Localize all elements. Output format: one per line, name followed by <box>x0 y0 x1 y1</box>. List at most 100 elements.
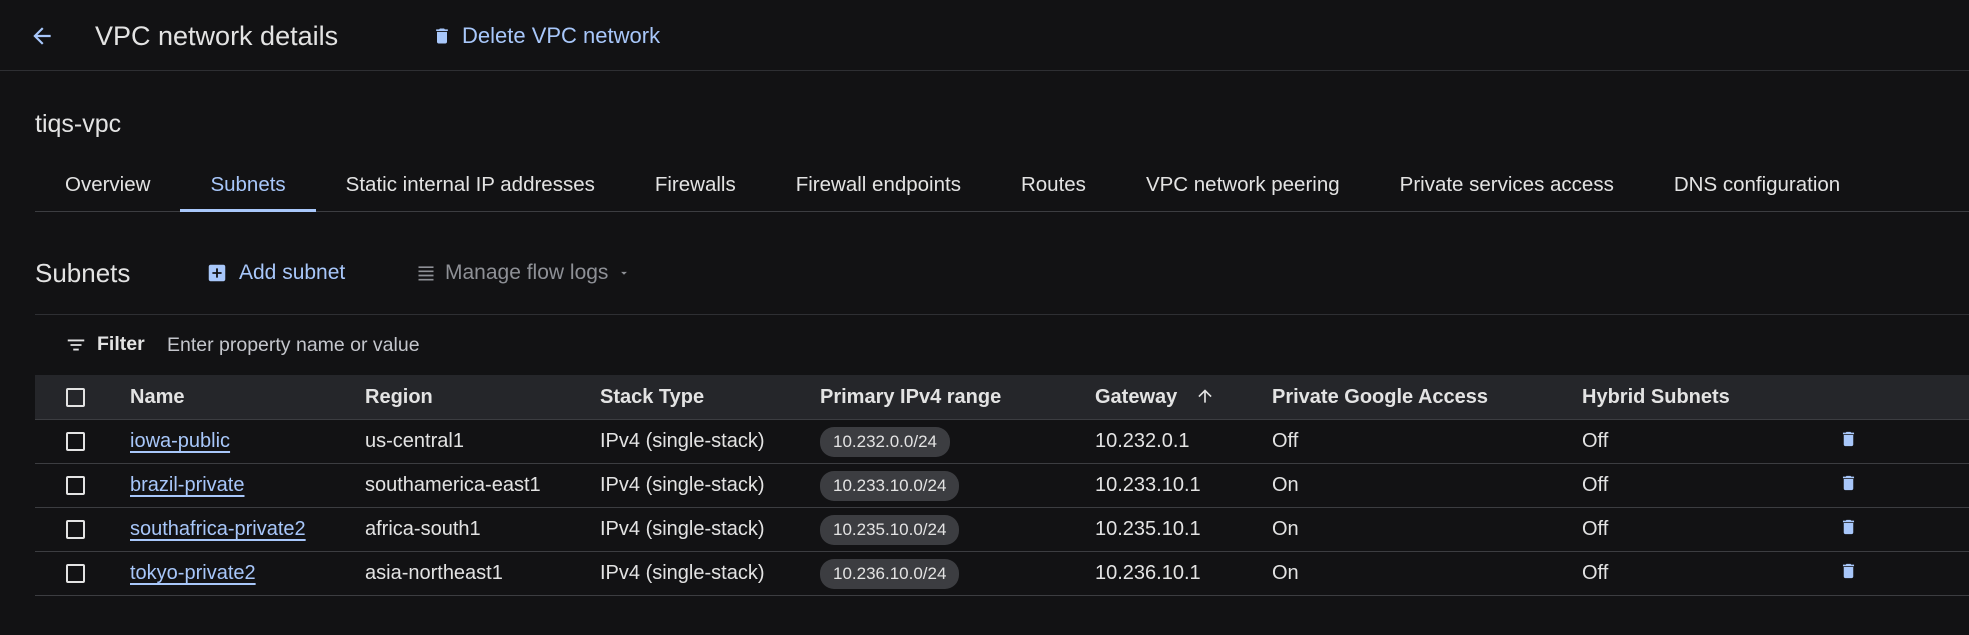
ip-range-chip: 10.232.0.0/24 <box>820 426 950 457</box>
trash-icon <box>1842 519 1855 534</box>
row-checkbox[interactable] <box>66 432 85 452</box>
manage-flow-logs-label: Manage flow logs <box>445 261 609 284</box>
ip-range-chip: 10.236.10.0/24 <box>820 558 960 589</box>
row-select-cell <box>35 507 130 552</box>
subnet-name-link[interactable]: iowa-public <box>130 430 230 452</box>
column-header-stack-type[interactable]: Stack Type <box>600 375 820 420</box>
tab-static-internal-ip-addresses[interactable]: Static internal IP addresses <box>316 158 625 211</box>
cell-region: southamerica-east1 <box>365 463 600 508</box>
trash-icon <box>436 28 448 44</box>
network-name: tiqs-vpc <box>35 110 122 138</box>
tab-subnets[interactable]: Subnets <box>180 158 316 212</box>
arrow-up-icon[interactable] <box>1195 386 1215 406</box>
subnet-name-link[interactable]: southafrica-private2 <box>130 518 306 540</box>
filter-input[interactable] <box>165 329 769 361</box>
column-header-hybrid-subnets[interactable]: Hybrid Subnets <box>1582 375 1829 420</box>
cell-private-google-access: On <box>1272 551 1582 596</box>
section-title: Subnets <box>35 258 131 288</box>
cell-hybrid-subnets: Off <box>1582 463 1829 508</box>
cell-actions <box>1829 463 1969 508</box>
cell-hybrid-subnets: Off <box>1582 551 1829 596</box>
cell-actions <box>1829 551 1969 596</box>
select-all-cell <box>35 375 130 420</box>
column-header-gateway[interactable]: Gateway <box>1095 375 1272 420</box>
delete-vpc-network-label: Delete VPC network <box>462 23 661 48</box>
cell-primary-ipv4-range: 10.235.10.0/24 <box>820 507 1095 552</box>
subnets-table: Name Region Stack Type Primary IPv4 rang… <box>35 375 1969 596</box>
column-header-private-google-access[interactable]: Private Google Access <box>1272 375 1582 420</box>
tab-bar: Overview Subnets Static internal IP addres… <box>35 158 1969 212</box>
tab-routes[interactable]: Routes <box>991 158 1116 211</box>
trash-icon <box>1842 563 1855 578</box>
table-row[interactable]: southafrica-private2 africa-south1 IPv4 (s… <box>35 507 1969 552</box>
subnet-name-link[interactable]: brazil-private <box>130 474 244 496</box>
cell-region: asia-northeast1 <box>365 551 600 596</box>
cell-stack-type: IPv4 (single-stack) <box>600 419 820 464</box>
select-all-checkbox[interactable] <box>66 387 85 407</box>
delete-subnet-button[interactable] <box>1839 516 1858 544</box>
chevron-down-icon <box>621 271 628 275</box>
column-header-region[interactable]: Region <box>365 375 600 420</box>
cell-gateway: 10.232.0.1 <box>1095 419 1272 464</box>
cell-region: africa-south1 <box>365 507 600 552</box>
manage-flow-logs-button[interactable]: Manage flow logs <box>416 261 631 285</box>
cell-actions <box>1829 419 1969 464</box>
filter-label: Filter <box>97 333 145 355</box>
back-button[interactable] <box>22 20 62 52</box>
row-select-cell <box>35 463 130 508</box>
row-select-cell <box>35 419 130 464</box>
row-select-cell <box>35 551 130 596</box>
filter-bar: Filter <box>35 314 1969 374</box>
row-checkbox[interactable] <box>66 476 85 496</box>
column-header-name[interactable]: Name <box>130 375 365 420</box>
column-header-primary-ipv4-range[interactable]: Primary IPv4 range <box>820 375 1095 420</box>
trash-icon <box>1842 431 1855 446</box>
table-row[interactable]: iowa-public us-central1 IPv4 (single-stack… <box>35 419 1969 464</box>
cell-name: brazil-private <box>130 463 365 508</box>
cell-region: us-central1 <box>365 419 600 464</box>
table-row[interactable]: tokyo-private2 asia-northeast1 IPv4 (singl… <box>35 551 1969 596</box>
subnet-name-link[interactable]: tokyo-private2 <box>130 562 256 584</box>
add-subnet-button[interactable]: Add subnet <box>206 261 345 285</box>
tab-firewalls[interactable]: Firewalls <box>625 158 766 211</box>
trash-icon <box>1842 475 1855 490</box>
cell-name: iowa-public <box>130 419 365 464</box>
tab-vpc-network-peering[interactable]: VPC network peering <box>1116 158 1370 211</box>
cell-actions <box>1829 507 1969 552</box>
add-box-icon <box>208 264 226 282</box>
column-header-gateway-label: Gateway <box>1095 385 1178 408</box>
cell-stack-type: IPv4 (single-stack) <box>600 507 820 552</box>
delete-vpc-network-button[interactable]: Delete VPC network <box>432 20 660 52</box>
top-bar: VPC network details Delete VPC network <box>0 0 1969 71</box>
tab-firewall-endpoints[interactable]: Firewall endpoints <box>766 158 991 211</box>
cell-primary-ipv4-range: 10.233.10.0/24 <box>820 463 1095 508</box>
cell-primary-ipv4-range: 10.236.10.0/24 <box>820 551 1095 596</box>
cell-stack-type: IPv4 (single-stack) <box>600 551 820 596</box>
cell-stack-type: IPv4 (single-stack) <box>600 463 820 508</box>
cell-primary-ipv4-range: 10.232.0.0/24 <box>820 419 1095 464</box>
filter-icon <box>67 339 85 351</box>
tab-dns-configuration[interactable]: DNS configuration <box>1644 158 1870 211</box>
cell-gateway: 10.235.10.1 <box>1095 507 1272 552</box>
delete-subnet-button[interactable] <box>1839 560 1858 588</box>
ip-range-chip: 10.233.10.0/24 <box>820 470 960 501</box>
cell-private-google-access: Off <box>1272 419 1582 464</box>
row-checkbox[interactable] <box>66 564 85 584</box>
delete-subnet-button[interactable] <box>1839 472 1858 500</box>
cell-private-google-access: On <box>1272 507 1582 552</box>
ip-range-chip: 10.235.10.0/24 <box>820 514 960 545</box>
arrow-left-icon <box>33 27 51 45</box>
cell-private-google-access: On <box>1272 463 1582 508</box>
tab-private-services-access[interactable]: Private services access <box>1370 158 1644 211</box>
table-header-row: Name Region Stack Type Primary IPv4 rang… <box>35 375 1969 420</box>
table-row[interactable]: brazil-private southamerica-east1 IPv4 (si… <box>35 463 1969 508</box>
cell-hybrid-subnets: Off <box>1582 507 1829 552</box>
cell-gateway: 10.236.10.1 <box>1095 551 1272 596</box>
tab-overview[interactable]: Overview <box>35 158 180 211</box>
delete-subnet-button[interactable] <box>1839 428 1858 456</box>
cell-hybrid-subnets: Off <box>1582 419 1829 464</box>
list-icon <box>418 266 434 281</box>
add-subnet-label: Add subnet <box>239 261 346 284</box>
row-checkbox[interactable] <box>66 520 85 540</box>
cell-gateway: 10.233.10.1 <box>1095 463 1272 508</box>
